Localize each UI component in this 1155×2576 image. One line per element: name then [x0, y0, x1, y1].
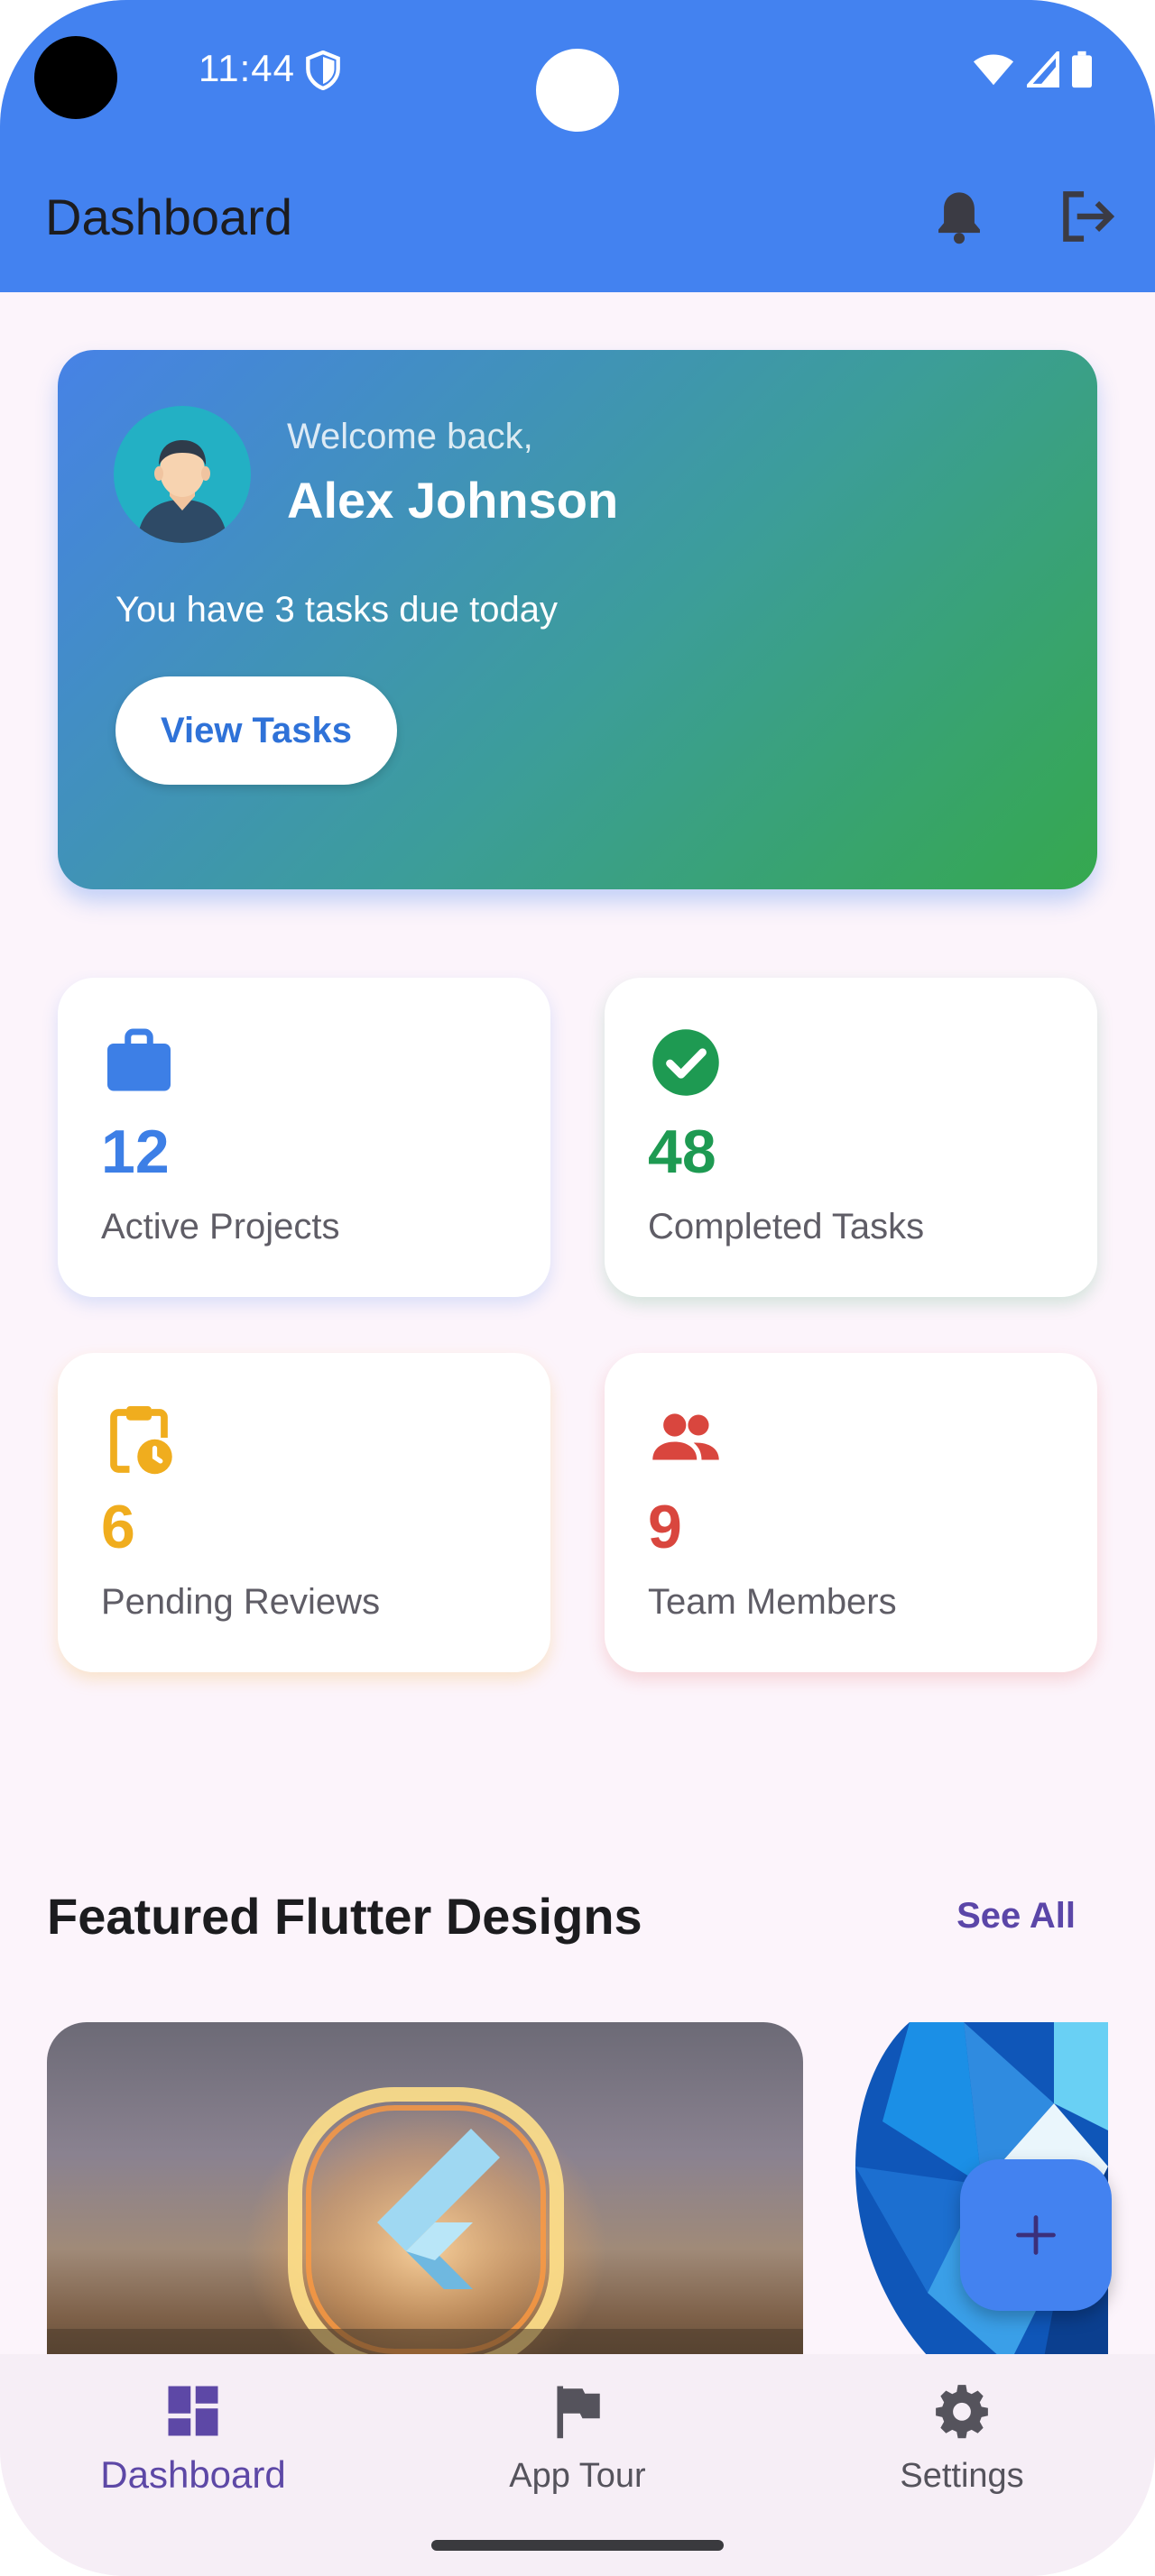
stat-value: 9	[648, 1493, 682, 1561]
flutter-glow-image	[47, 2087, 803, 2401]
view-tasks-button[interactable]: View Tasks	[116, 676, 397, 785]
dashboard-icon	[168, 2386, 218, 2436]
app-bar: 11:44 Dashboard	[0, 0, 1155, 292]
stat-card-team-members[interactable]: 9 Team Members	[605, 1353, 1097, 1672]
notification-bell-icon[interactable]	[933, 188, 985, 245]
signal-icon	[1027, 51, 1059, 87]
stat-label: Active Projects	[101, 1207, 340, 1247]
user-name: Alex Johnson	[287, 472, 619, 529]
camera-cutout	[34, 36, 117, 119]
stat-card-completed-tasks[interactable]: 48 Completed Tasks	[605, 978, 1097, 1297]
nav-label: App Tour	[509, 2457, 646, 2495]
status-time: 11:44	[199, 47, 295, 89]
avatar	[114, 406, 251, 543]
nav-item-app-tour[interactable]: App Tour	[442, 2381, 713, 2496]
stat-label: Pending Reviews	[101, 1582, 381, 1622]
status-icons	[973, 51, 1092, 88]
welcome-greeting: Welcome back,	[287, 417, 533, 456]
plus-icon	[1016, 2215, 1056, 2255]
logout-icon[interactable]	[1059, 189, 1117, 244]
page-title: Dashboard	[45, 189, 292, 245]
group-icon	[652, 1413, 719, 1460]
battery-icon	[1072, 51, 1092, 88]
section-title: Featured Flutter Designs	[47, 1888, 642, 1945]
tasks-due-text: You have 3 tasks due today	[116, 590, 558, 630]
flag-icon	[557, 2386, 600, 2439]
stat-card-active-projects[interactable]: 12 Active Projects	[58, 978, 550, 1297]
nav-item-settings[interactable]: Settings	[827, 2381, 1097, 2496]
phone-screen: 11:44 Dashboard Welcome back, Alex Johns…	[0, 0, 1155, 2576]
user-avatar-icon	[137, 440, 227, 543]
nav-label: Settings	[900, 2457, 1024, 2495]
stat-card-pending-reviews[interactable]: 6 Pending Reviews	[58, 1353, 550, 1672]
stat-label: Team Members	[648, 1582, 897, 1622]
see-all-link[interactable]: See All	[956, 1896, 1076, 1937]
stat-value: 48	[648, 1118, 716, 1186]
check-circle-icon	[652, 1029, 719, 1096]
add-fab-button[interactable]	[960, 2159, 1112, 2311]
stat-value: 12	[101, 1118, 170, 1186]
clipboard-clock-icon	[110, 1406, 172, 1475]
briefcase-icon	[107, 1028, 171, 1091]
home-indicator[interactable]	[431, 2540, 724, 2551]
nav-label: Dashboard	[100, 2453, 286, 2496]
stat-value: 6	[101, 1493, 135, 1561]
front-sensor	[536, 49, 619, 132]
wifi-icon	[973, 54, 1014, 86]
stat-label: Completed Tasks	[648, 1207, 925, 1247]
gear-icon	[936, 2385, 988, 2439]
welcome-card: Welcome back, Alex Johnson You have 3 ta…	[58, 350, 1097, 889]
shield-icon	[306, 51, 340, 90]
nav-item-dashboard[interactable]: Dashboard	[58, 2381, 328, 2497]
featured-design-card[interactable]	[47, 2022, 803, 2401]
